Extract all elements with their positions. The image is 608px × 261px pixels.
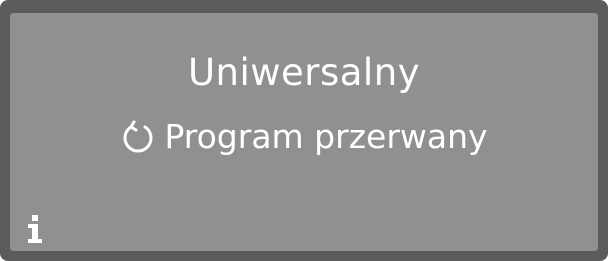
restart-icon [120, 119, 156, 155]
program-title: Uniwersalny [187, 51, 421, 94]
status-text: Program przerwany [164, 117, 488, 156]
display-screen: Uniwersalny Program przerwany [10, 13, 598, 251]
display-bezel: Uniwersalny Program przerwany [0, 0, 608, 261]
info-icon[interactable] [24, 214, 46, 244]
program-status: Program przerwany [10, 115, 598, 159]
